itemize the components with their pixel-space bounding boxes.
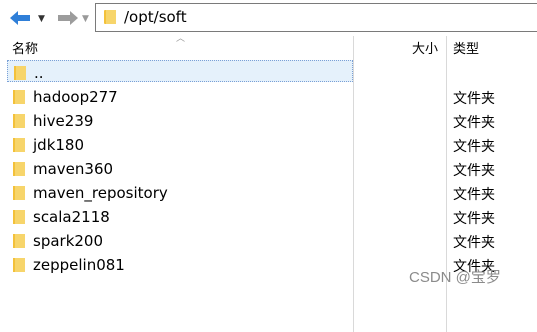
file-type: 文件夹 [453,211,495,227]
back-arrow-icon[interactable] [8,9,34,27]
file-type: 文件夹 [453,91,495,107]
file-name: hive239 [33,112,94,130]
folder-icon [13,210,25,224]
column-name-header[interactable]: 名称 [12,38,38,57]
sort-up-icon: ︿ [176,34,186,44]
list-item[interactable]: maven360 文件夹 [7,157,537,181]
list-item[interactable]: scala2118 文件夹 [7,205,537,229]
file-type: 文件夹 [453,187,495,203]
file-name: scala2118 [33,208,110,226]
forward-dropdown-icon[interactable]: ▼ [82,14,89,24]
forward-arrow-icon[interactable] [54,9,80,27]
column-header: ︿ 名称 大小 类型 [0,34,537,58]
folder-icon [13,90,25,104]
folder-icon [13,138,25,152]
folder-icon [13,162,25,176]
file-type: 文件夹 [453,139,495,155]
name-cell: hadoop277 [7,85,353,107]
name-cell: maven_repository [7,181,353,203]
file-name: maven360 [33,160,114,178]
name-cell: hive239 [7,109,353,131]
file-type: 文件夹 [453,235,495,251]
list-item[interactable]: hive239 文件夹 [7,109,537,133]
name-cell: maven360 [7,157,353,179]
back-dropdown-icon[interactable]: ▼ [38,14,45,24]
folder-icon [13,186,25,200]
folder-icon [13,114,25,128]
folder-icon [13,234,25,248]
folder-icon [14,66,26,80]
parent-directory-row[interactable]: .. [7,60,537,84]
list-item[interactable]: hadoop277 文件夹 [7,85,537,109]
file-name: spark200 [33,232,104,250]
name-cell: spark200 [7,229,353,251]
file-name: hadoop277 [33,88,118,106]
file-type: 文件夹 [453,115,495,131]
file-name: maven_repository [33,184,168,202]
file-type: 文件夹 [453,163,495,179]
address-bar[interactable]: /opt/soft [95,3,537,32]
column-type-header[interactable]: 类型 [453,38,479,57]
list-item[interactable]: maven_repository 文件夹 [7,181,537,205]
name-cell: scala2118 [7,205,353,227]
file-name: zeppelin081 [33,256,125,274]
list-item[interactable]: jdk180 文件夹 [7,133,537,157]
name-cell: .. [7,60,353,82]
file-name: jdk180 [33,136,85,154]
folder-icon [13,258,25,272]
list-item[interactable]: spark200 文件夹 [7,229,537,253]
toolbar: ▼ ▼ /opt/soft [0,0,537,36]
folder-icon [104,10,116,24]
path-text: /opt/soft [124,8,187,26]
name-cell: zeppelin081 [7,253,353,275]
column-size-header[interactable]: 大小 [412,38,438,57]
name-cell: jdk180 [7,133,353,155]
file-name: .. [34,64,44,82]
watermark: CSDN @宝罗 [409,269,501,286]
